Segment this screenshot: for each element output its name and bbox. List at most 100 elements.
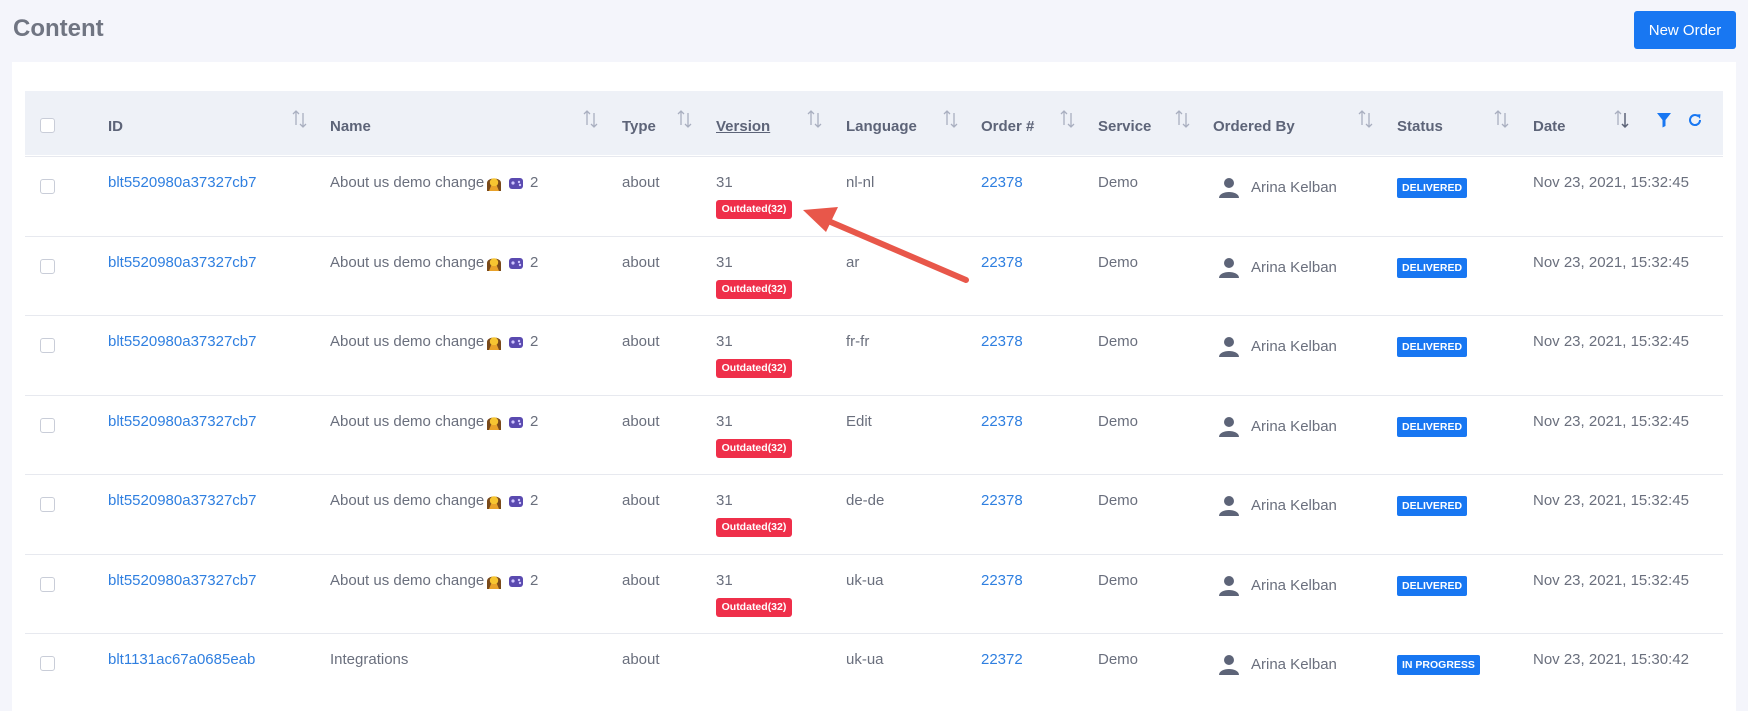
sort-status-icon[interactable] [1494,109,1510,129]
column-header-date[interactable]: Date [1533,118,1566,135]
row-checkbox[interactable] [40,656,55,671]
user-avatar-icon [1218,256,1240,278]
row-service: Demo [1098,254,1139,271]
outdated-badge[interactable]: Outdated(32) [716,518,792,537]
row-order-link[interactable]: 22378 [981,333,1023,350]
row-name: About us demo change [330,254,485,271]
outdated-badge[interactable]: Outdated(32) [716,439,792,458]
row-language: nl-nl [846,174,875,191]
row-version: 31 [716,174,733,191]
row-date: Nov 23, 2021, 15:30:42 [1533,651,1689,668]
row-name: About us demo change [330,413,485,430]
column-header-status[interactable]: Status [1397,118,1443,135]
column-header-type[interactable]: Type [622,118,656,135]
person-gesture-emoji-icon [485,492,503,510]
column-header-name[interactable]: Name [330,118,371,135]
sort-service-icon[interactable] [1175,109,1191,129]
row-date: Nov 23, 2021, 15:32:45 [1533,413,1689,430]
column-header-order[interactable]: Order # [981,118,1034,135]
filter-icon[interactable] [1656,112,1672,128]
row-id-link[interactable]: blt5520980a37327cb7 [108,254,256,271]
sort-ordered-by-icon[interactable] [1358,109,1374,129]
row-id-link[interactable]: blt5520980a37327cb7 [108,174,256,191]
row-version: 31 [716,492,733,509]
user-avatar-icon [1218,335,1240,357]
row-divider [25,236,1723,237]
select-all-checkbox[interactable] [40,118,55,133]
row-order-link[interactable]: 22372 [981,651,1023,668]
row-divider [25,315,1723,316]
row-checkbox[interactable] [40,179,55,194]
row-ordered-by: Arina Kelban [1251,418,1337,435]
sort-version-icon[interactable] [807,109,823,129]
user-avatar-icon [1218,494,1240,516]
video-game-emoji-icon [507,333,525,351]
status-badge: DELIVERED [1397,417,1468,437]
column-header-ordered-by[interactable]: Ordered By [1213,118,1295,135]
row-language: ar [846,254,860,271]
row-order-link[interactable]: 22378 [981,174,1023,191]
content-panel [12,62,1736,711]
row-divider [25,554,1723,555]
row-date: Nov 23, 2021, 15:32:45 [1533,333,1689,350]
user-avatar-icon [1218,415,1240,437]
row-checkbox[interactable] [40,497,55,512]
row-count: 2 [530,333,539,350]
new-order-button[interactable]: New Order [1634,11,1736,49]
sort-name-icon[interactable] [583,109,599,129]
outdated-badge[interactable]: Outdated(32) [716,280,792,299]
row-order-link[interactable]: 22378 [981,254,1023,271]
sort-id-icon[interactable] [292,109,308,129]
row-count: 2 [530,492,539,509]
row-type: about [622,333,660,350]
row-name: Integrations [330,651,409,668]
column-header-language[interactable]: Language [846,118,917,135]
row-type: about [622,572,660,589]
row-language: uk-ua [846,651,884,668]
sort-date-icon[interactable] [1614,109,1630,129]
row-ordered-by: Arina Kelban [1251,497,1337,514]
row-service: Demo [1098,492,1139,509]
outdated-badge[interactable]: Outdated(32) [716,200,792,219]
video-game-emoji-icon [507,572,525,590]
video-game-emoji-icon [507,413,525,431]
row-type: about [622,651,660,668]
column-header-id[interactable]: ID [108,118,123,135]
status-badge: DELIVERED [1397,258,1468,278]
row-checkbox[interactable] [40,577,55,592]
user-avatar-icon [1218,574,1240,596]
sort-language-icon[interactable] [943,109,959,129]
row-name: About us demo change [330,333,485,350]
refresh-icon[interactable] [1687,112,1703,128]
column-header-service[interactable]: Service [1098,118,1151,135]
page-title: Content [13,15,104,42]
row-service: Demo [1098,413,1139,430]
sort-type-icon[interactable] [677,109,693,129]
row-id-link[interactable]: blt5520980a37327cb7 [108,413,256,430]
user-avatar-icon [1218,176,1240,198]
row-id-link[interactable]: blt5520980a37327cb7 [108,572,256,589]
outdated-badge[interactable]: Outdated(32) [716,598,792,617]
row-id-link[interactable]: blt1131ac67a0685eab [108,651,255,668]
row-id-link[interactable]: blt5520980a37327cb7 [108,492,256,509]
row-date: Nov 23, 2021, 15:32:45 [1533,492,1689,509]
row-version: 31 [716,572,733,589]
row-order-link[interactable]: 22378 [981,572,1023,589]
row-order-link[interactable]: 22378 [981,413,1023,430]
row-type: about [622,254,660,271]
column-header-version[interactable]: Version [716,118,770,135]
sort-order-icon[interactable] [1060,109,1076,129]
row-count: 2 [530,254,539,271]
row-type: about [622,174,660,191]
row-id-link[interactable]: blt5520980a37327cb7 [108,333,256,350]
row-order-link[interactable]: 22378 [981,492,1023,509]
row-count: 2 [530,174,539,191]
video-game-emoji-icon [507,254,525,272]
row-ordered-by: Arina Kelban [1251,577,1337,594]
row-date: Nov 23, 2021, 15:32:45 [1533,174,1689,191]
outdated-badge[interactable]: Outdated(32) [716,359,792,378]
row-checkbox[interactable] [40,338,55,353]
row-checkbox[interactable] [40,418,55,433]
row-checkbox[interactable] [40,259,55,274]
row-type: about [622,413,660,430]
